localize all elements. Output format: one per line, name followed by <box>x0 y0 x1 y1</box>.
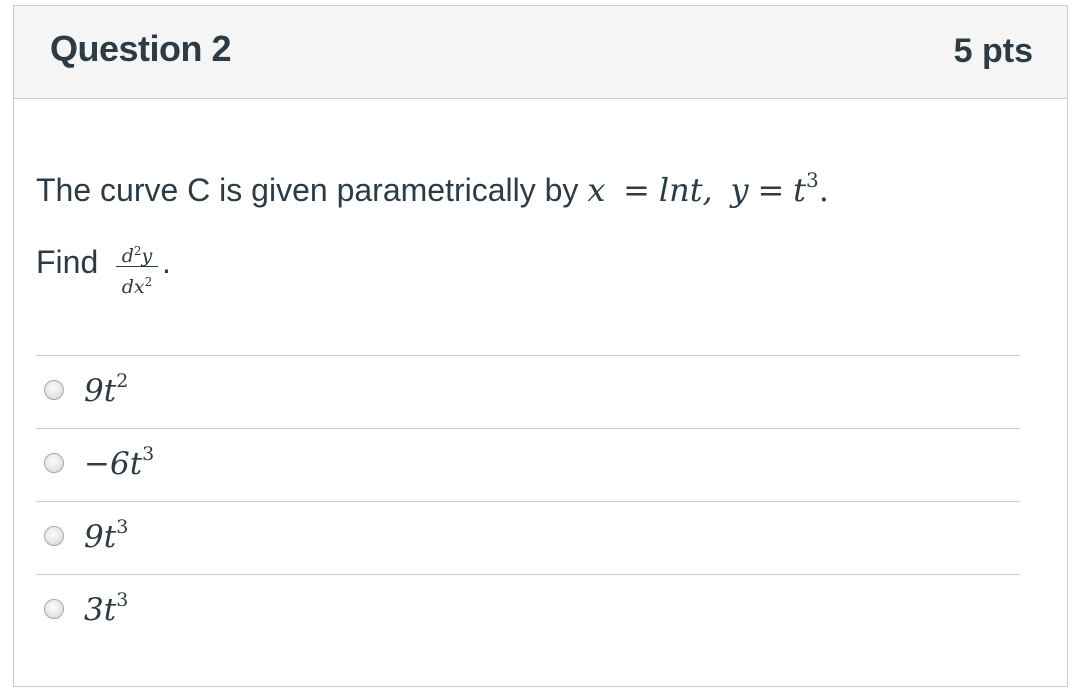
fraction-denominator: dx2 <box>121 275 153 298</box>
fraction-period: . <box>162 244 171 280</box>
radio-button[interactable] <box>44 599 64 619</box>
eq-t-exponent: 3 <box>806 168 819 192</box>
find-label: Find <box>36 244 99 280</box>
answer-label[interactable]: 9t2 <box>84 370 128 409</box>
answer-option[interactable]: 9t3 <box>36 501 1020 574</box>
eq-y: y <box>730 171 749 209</box>
question-prompt: The curve C is given parametrically by x… <box>36 160 829 210</box>
eq-x: x <box>587 171 606 209</box>
eq-lnt: lnt, <box>658 171 713 209</box>
question-title: Question 2 <box>50 28 232 69</box>
answer-label[interactable]: −6t3 <box>84 443 154 482</box>
question-points: 5 pts <box>953 32 1033 70</box>
fraction-numerator: d2y <box>116 236 158 267</box>
eq-t: t <box>793 171 807 209</box>
eq-equals-1: = <box>623 171 650 209</box>
radio-button[interactable] <box>44 453 64 473</box>
answer-option[interactable]: 9t2 <box>36 355 1020 428</box>
second-derivative-fraction: d2y dx2 <box>116 236 158 298</box>
answer-option[interactable]: −6t3 <box>36 428 1020 501</box>
eq-period: . <box>818 171 829 209</box>
question-header: Question 2 5 pts <box>14 6 1067 99</box>
answer-list: 9t2 −6t3 9t3 3t3 <box>36 355 1020 647</box>
answer-label[interactable]: 9t3 <box>84 516 128 555</box>
answer-label[interactable]: 3t3 <box>84 589 128 628</box>
eq-equals-2: = <box>757 171 785 209</box>
answer-option[interactable]: 3t3 <box>36 574 1020 647</box>
radio-button[interactable] <box>44 526 64 546</box>
radio-button[interactable] <box>44 380 64 400</box>
prompt-text: The curve C is given parametrically by <box>36 172 579 208</box>
